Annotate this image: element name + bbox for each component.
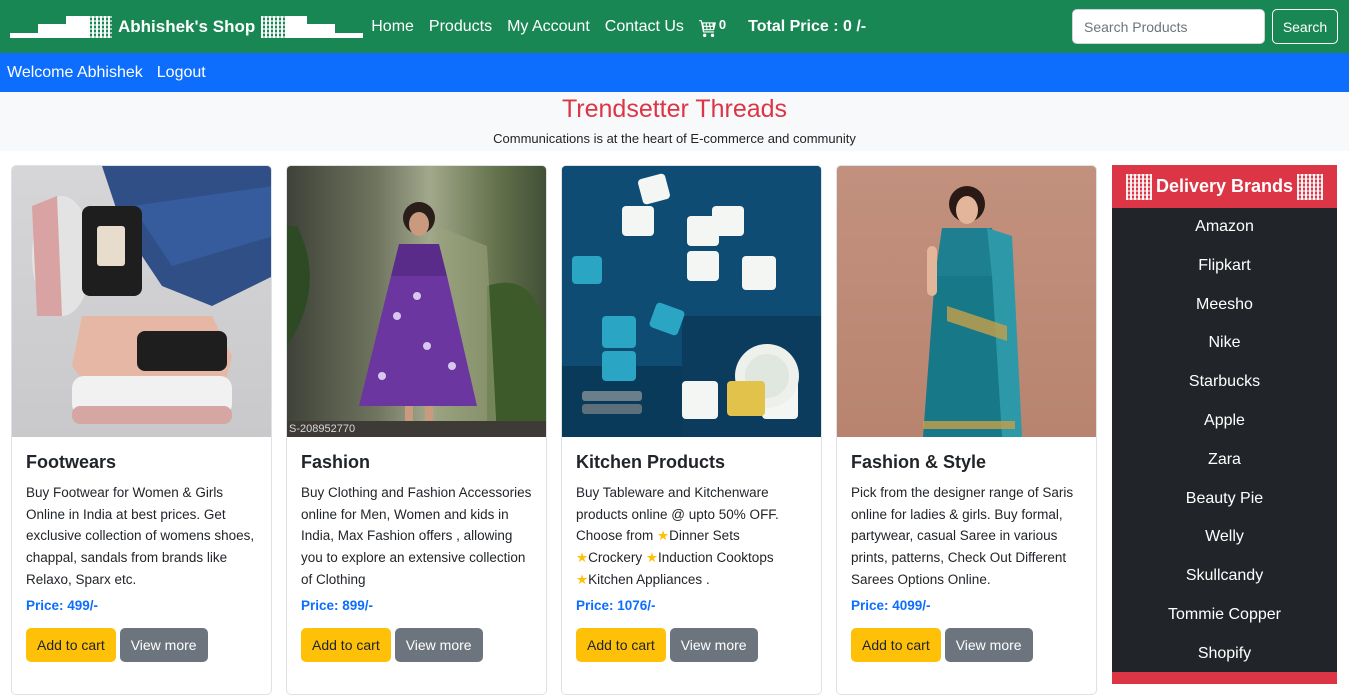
description-item: Induction Cooktops — [658, 550, 774, 566]
nav-my-account[interactable]: My Account — [507, 18, 590, 36]
description-item: Kitchen Appliances . — [588, 571, 710, 587]
search-button[interactable]: Search — [1272, 9, 1338, 44]
page-title: Trendsetter Threads — [561, 95, 788, 123]
view-more-button[interactable]: View more — [669, 628, 758, 662]
image-watermark: S-208952770 — [289, 423, 356, 435]
description-item: Dinner Sets — [669, 528, 740, 544]
saree-image — [837, 166, 1096, 437]
add-to-cart-button[interactable]: Add to cart — [301, 628, 391, 662]
product-title: Footwears — [26, 452, 117, 472]
brand-item-zara[interactable]: Zara — [1112, 441, 1337, 480]
brand-item-meesho[interactable]: Meesho — [1112, 286, 1337, 325]
brand-item-shopify[interactable]: Shopify — [1112, 635, 1337, 674]
product-card-footwears: Footwears Buy Footwear for Women & Girls… — [11, 165, 272, 695]
delivery-brands-sidebar: Delivery Brands Amazon Flipkart Meesho N… — [1112, 165, 1337, 684]
brand-item-nike[interactable]: Nike — [1112, 324, 1337, 363]
cart-count: 0 — [718, 16, 727, 32]
page-subtitle: Communications is at the heart of E-comm… — [493, 131, 856, 146]
star-icon: ★ — [645, 550, 658, 566]
product-description: Buy Clothing and Fashion Accessories onl… — [301, 485, 532, 587]
brand-name[interactable]: Abhishek's Shop — [118, 17, 255, 37]
product-price: Price: 899/- — [301, 598, 374, 613]
search-input[interactable] — [1072, 9, 1265, 44]
logout-link[interactable]: Logout — [157, 64, 206, 82]
product-description: Pick from the designer range of Saris on… — [851, 485, 1074, 587]
brand-item-amazon[interactable]: Amazon — [1112, 208, 1337, 247]
product-title: Fashion & Style — [851, 452, 987, 472]
product-title: Kitchen Products — [576, 452, 726, 472]
add-to-cart-button[interactable]: Add to cart — [26, 628, 116, 662]
product-card-fashion-style: Fashion & Style Pick from the designer r… — [836, 165, 1097, 695]
brand-item-apple[interactable]: Apple — [1112, 402, 1337, 441]
description-item: Crockery — [588, 550, 643, 566]
view-more-button[interactable]: View more — [944, 628, 1033, 662]
brand-deco-right — [261, 15, 364, 38]
brand-item-skullcandy[interactable]: Skullcandy — [1112, 557, 1337, 596]
view-more-button[interactable]: View more — [119, 628, 208, 662]
fashion-image: S-208952770 — [287, 166, 546, 437]
brand-list: Amazon Flipkart Meesho Nike Starbucks Ap… — [1112, 208, 1337, 674]
user-bar: Welcome Abhishek Logout — [0, 53, 1349, 92]
total-price: Total Price : 0 /- — [748, 17, 867, 35]
product-title: Fashion — [301, 452, 371, 472]
brand-deco-left — [10, 15, 112, 38]
product-price: Price: 1076/- — [576, 598, 656, 613]
brand-logo[interactable]: Abhishek's Shop — [10, 15, 364, 38]
product-description: Buy Footwear for Women & Girls Online in… — [26, 485, 255, 587]
nav-contact-us[interactable]: Contact Us — [605, 18, 684, 36]
brand-item-starbucks[interactable]: Starbucks — [1112, 363, 1337, 402]
product-price: Price: 4099/- — [851, 598, 931, 613]
nav-links: Home Products My Account Contact Us 0 To… — [371, 17, 866, 37]
sidebar-title: Delivery Brands — [1155, 176, 1294, 196]
star-icon: ★ — [576, 571, 589, 587]
brand-item-welly[interactable]: Welly — [1112, 518, 1337, 557]
hero-section: Trendsetter Threads Communications is at… — [0, 92, 1349, 151]
brand-item-tommie-copper[interactable]: Tommie Copper — [1112, 596, 1337, 635]
brand-item-flipkart[interactable]: Flipkart — [1112, 247, 1337, 286]
footwear-image — [12, 166, 271, 437]
nav-home[interactable]: Home — [371, 18, 414, 36]
sidebar-footer-strip — [1112, 672, 1337, 684]
cart-icon — [698, 19, 716, 37]
grid-icon — [1297, 173, 1324, 200]
view-more-button[interactable]: View more — [394, 628, 483, 662]
add-to-cart-button[interactable]: Add to cart — [851, 628, 941, 662]
product-card-kitchen: Kitchen Products Buy Tableware and Kitch… — [561, 165, 822, 695]
add-to-cart-button[interactable]: Add to cart — [576, 628, 666, 662]
product-card-fashion: S-208952770 Fashion Buy Clothing and Fas… — [286, 165, 547, 695]
nav-products[interactable]: Products — [429, 18, 492, 36]
product-price: Price: 499/- — [26, 598, 99, 613]
grid-icon — [1125, 173, 1152, 200]
product-description: Buy Tableware and Kitchenware products o… — [576, 482, 807, 590]
brand-item-beauty-pie[interactable]: Beauty Pie — [1112, 480, 1337, 519]
cart-button[interactable]: 0 — [698, 16, 727, 37]
kitchen-image — [562, 166, 821, 437]
top-navbar: Abhishek's Shop Home Products My Account… — [0, 0, 1349, 53]
sidebar-header: Delivery Brands — [1112, 165, 1337, 208]
star-icon: ★ — [576, 550, 589, 566]
welcome-text: Welcome Abhishek — [7, 63, 143, 81]
star-icon: ★ — [657, 528, 670, 544]
